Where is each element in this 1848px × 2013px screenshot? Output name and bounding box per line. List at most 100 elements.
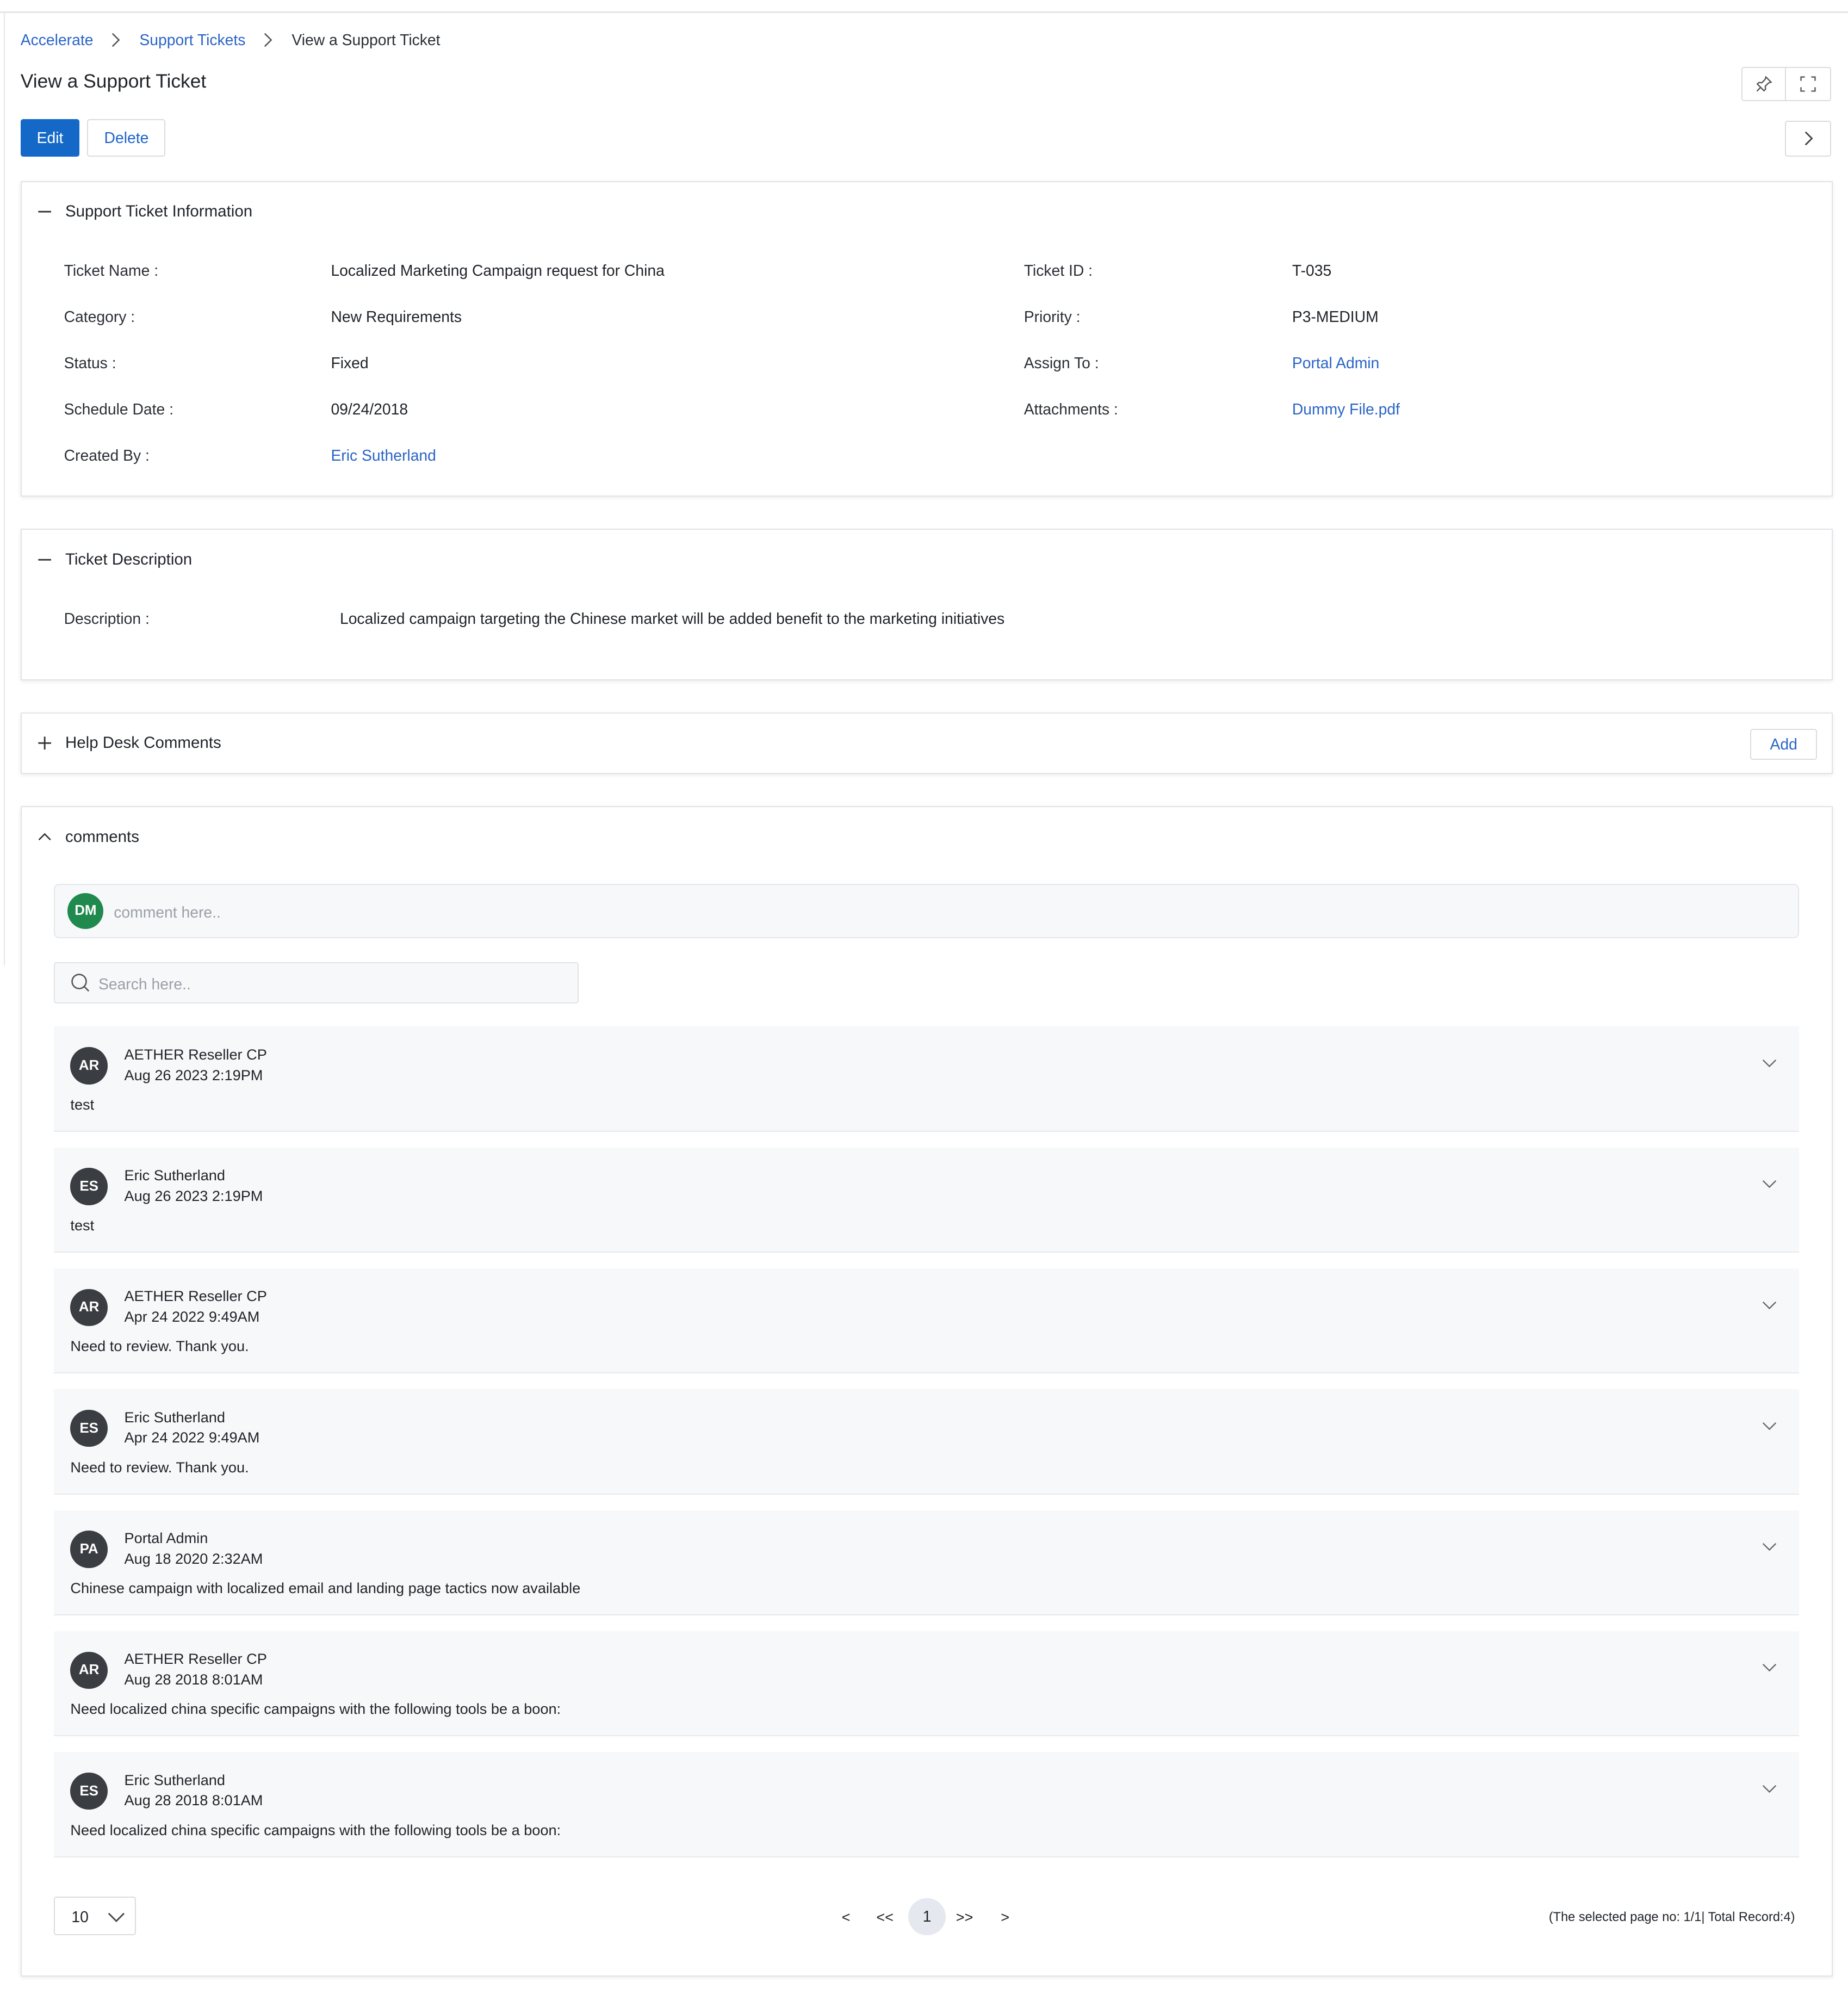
- delete-button[interactable]: Delete: [87, 119, 166, 157]
- comment-author: Eric Sutherland: [124, 1167, 225, 1184]
- status-label: Status :: [64, 354, 116, 371]
- comment-author: AETHER Reseller CP: [124, 1045, 267, 1063]
- collapse-icon: [38, 559, 52, 561]
- page-size-value: 10: [71, 1908, 89, 1926]
- chevron-down-icon[interactable]: [1760, 1537, 1778, 1555]
- breadcrumb: Accelerate Support Tickets View a Suppor…: [21, 31, 441, 49]
- category-value: New Requirements: [331, 307, 462, 325]
- ticket-description-card: Ticket Description Description : Localiz…: [20, 529, 1833, 680]
- description-header[interactable]: Ticket Description: [37, 550, 192, 569]
- avatar: ES: [70, 1410, 108, 1447]
- chevron-right-icon: [264, 33, 272, 47]
- status-value: Fixed: [331, 354, 369, 371]
- avatar: PA: [70, 1531, 108, 1568]
- comment-item: AR AETHER Reseller CP Aug 28 2018 8:01AM Ne…: [53, 1631, 1799, 1737]
- comment-date: Aug 28 2018 8:01AM: [124, 1670, 263, 1688]
- chevron-right-icon: [1805, 132, 1813, 146]
- comment-item: ES Eric Sutherland Aug 28 2018 8:01AM Need …: [53, 1752, 1799, 1857]
- description-value: Localized campaign targeting the Chinese…: [339, 609, 1005, 627]
- page-size-select[interactable]: 10: [53, 1897, 136, 1936]
- helpdesk-header[interactable]: Help Desk Comments: [37, 734, 221, 752]
- chevron-down-icon[interactable]: [1760, 1416, 1778, 1434]
- chevron-right-icon: [111, 33, 120, 47]
- chevron-down-icon[interactable]: [1760, 1779, 1778, 1797]
- chevron-down-icon: [108, 1912, 125, 1922]
- next-page-button[interactable]: >: [1001, 1909, 1009, 1926]
- comment-author: Eric Sutherland: [124, 1771, 225, 1788]
- chevron-down-icon[interactable]: [1760, 1658, 1778, 1676]
- comment-input[interactable]: [111, 893, 1785, 932]
- comment-item: AR AETHER Reseller CP Apr 24 2022 9:49AM Ne…: [53, 1268, 1799, 1374]
- ticket-name-value: Localized Marketing Campaign request for…: [331, 262, 665, 280]
- prev-page-button[interactable]: <: [842, 1909, 851, 1926]
- chevron-down-icon[interactable]: [1760, 1054, 1778, 1071]
- breadcrumb-accelerate[interactable]: Accelerate: [21, 31, 94, 49]
- expand-icon: [38, 736, 52, 750]
- helpdesk-title: Help Desk Comments: [65, 734, 221, 752]
- comment-text: Need to review. Thank you.: [70, 1337, 249, 1355]
- comment-author: Eric Sutherland: [124, 1408, 225, 1426]
- current-page-button[interactable]: 1: [908, 1898, 946, 1936]
- first-page-button[interactable]: <<: [876, 1909, 894, 1926]
- comment-text: Need localized china specific campaigns …: [70, 1700, 561, 1718]
- category-label: Category :: [64, 307, 135, 325]
- avatar: DM: [67, 893, 104, 929]
- comment-author: Portal Admin: [124, 1529, 208, 1546]
- comment-date: Aug 18 2020 2:32AM: [124, 1550, 263, 1567]
- ticket-info-card: Support Ticket Information Ticket Name :…: [20, 181, 1833, 497]
- search-icon: [71, 974, 90, 992]
- pin-icon: [1756, 76, 1772, 92]
- helpdesk-comments-card: Help Desk Comments Add: [20, 712, 1833, 774]
- schedule-date-label: Schedule Date :: [64, 400, 173, 418]
- add-comment-button[interactable]: Add: [1750, 728, 1817, 760]
- chevron-up-icon: [38, 833, 51, 841]
- comment-date: Aug 26 2023 2:19PM: [124, 1187, 263, 1204]
- description-title: Ticket Description: [65, 550, 193, 568]
- comment-date: Aug 26 2023 2:19PM: [124, 1066, 263, 1083]
- created-by-label: Created By :: [64, 446, 150, 464]
- comment-text: test: [70, 1217, 95, 1234]
- comment-date: Apr 24 2022 9:49AM: [124, 1308, 260, 1326]
- avatar: ES: [70, 1772, 108, 1810]
- comments-card: comments DM AR AETHER Reseller CP Aug 26 2…: [20, 806, 1833, 1977]
- ticket-name-label: Ticket Name :: [64, 262, 159, 280]
- description-label: Description :: [64, 609, 150, 627]
- ticket-id-value: T-035: [1292, 262, 1332, 280]
- ticket-info-header[interactable]: Support Ticket Information: [37, 202, 252, 221]
- top-divider: [0, 11, 1848, 13]
- comment-item: PA Portal Admin Aug 18 2020 2:32AM Chinese …: [53, 1510, 1799, 1616]
- breadcrumb-support-tickets[interactable]: Support Tickets: [139, 31, 245, 49]
- comment-item: AR AETHER Reseller CP Aug 26 2023 2:19PM te…: [53, 1026, 1799, 1132]
- edit-button[interactable]: Edit: [20, 119, 80, 157]
- chevron-down-icon[interactable]: [1760, 1174, 1778, 1192]
- created-by-link[interactable]: Eric Sutherland: [331, 447, 436, 464]
- comment-author: AETHER Reseller CP: [124, 1287, 267, 1305]
- attachment-link[interactable]: Dummy File.pdf: [1292, 400, 1400, 418]
- comments-header[interactable]: comments: [37, 828, 139, 846]
- avatar: AR: [70, 1651, 108, 1689]
- fullscreen-button[interactable]: [1785, 66, 1832, 102]
- assign-to-link[interactable]: Portal Admin: [1292, 354, 1379, 372]
- attachments-label: Attachments :: [1024, 400, 1118, 418]
- comment-date: Apr 24 2022 9:49AM: [124, 1429, 260, 1446]
- ticket-info-title: Support Ticket Information: [65, 202, 253, 221]
- assign-to-label: Assign To :: [1024, 354, 1099, 371]
- page-title: View a Support Ticket: [20, 70, 207, 92]
- priority-label: Priority :: [1024, 307, 1081, 325]
- avatar: ES: [70, 1168, 108, 1205]
- collapse-icon: [38, 211, 52, 213]
- breadcrumb-current: View a Support Ticket: [292, 30, 441, 48]
- pin-button[interactable]: [1741, 66, 1785, 102]
- comment-text: Need localized china specific campaigns …: [70, 1821, 561, 1838]
- next-record-button[interactable]: [1785, 120, 1832, 157]
- schedule-date-value: 09/24/2018: [331, 400, 408, 418]
- comment-date: Aug 28 2018 8:01AM: [124, 1792, 263, 1809]
- comment-author: AETHER Reseller CP: [124, 1650, 267, 1668]
- comment-text: Need to review. Thank you.: [70, 1458, 249, 1476]
- left-divider: [4, 13, 5, 965]
- ticket-id-label: Ticket ID :: [1024, 262, 1093, 280]
- pagination-info: (The selected page no: 1/1| Total Record…: [1548, 1909, 1795, 1924]
- chevron-down-icon[interactable]: [1760, 1296, 1778, 1314]
- search-input[interactable]: [96, 967, 563, 1001]
- last-page-button[interactable]: >>: [956, 1909, 973, 1926]
